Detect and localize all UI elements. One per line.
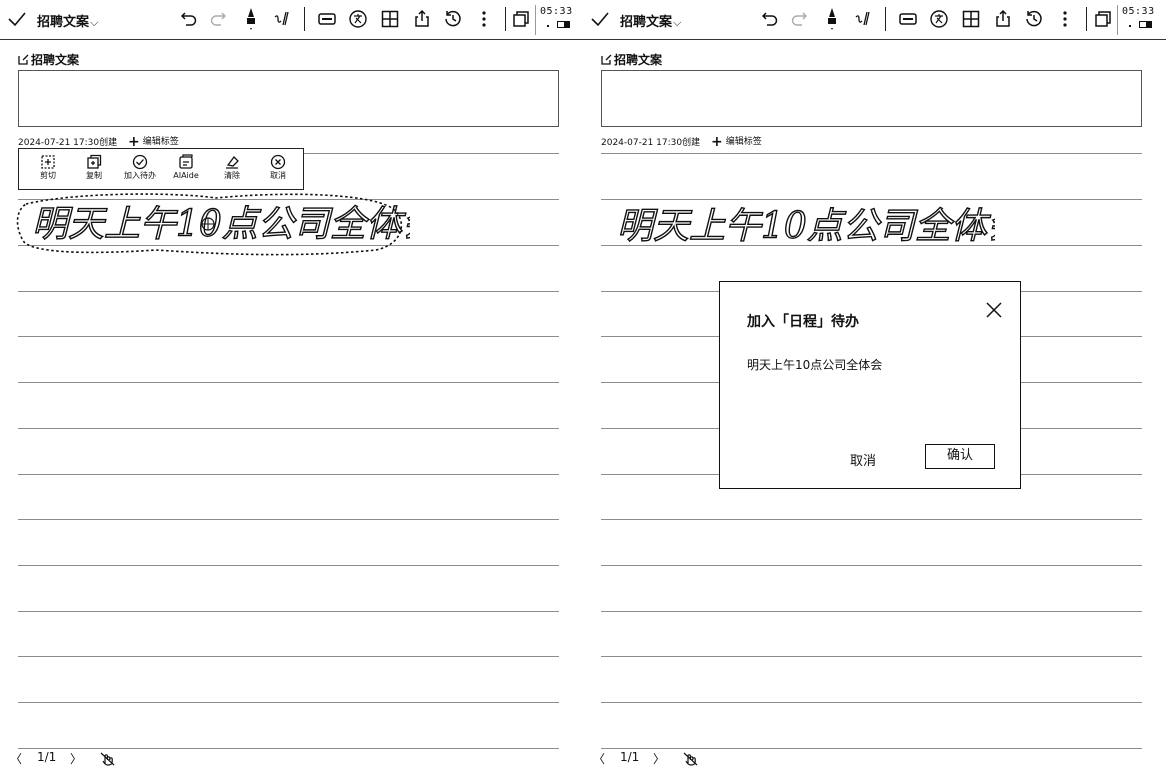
left-note-panel: 招聘文案⌵ 05:33 招聘文案 2024-07-21 17:30创建 + 编辑… <box>0 0 586 773</box>
check-icon[interactable] <box>6 8 28 30</box>
page-indicator: 1/1 <box>37 750 57 764</box>
share-icon[interactable] <box>411 8 433 30</box>
copy-icon <box>87 154 102 169</box>
copy-button[interactable]: 复制 <box>71 152 117 188</box>
toolbar-title: 招聘文案 <box>620 15 673 30</box>
redo-icon[interactable] <box>207 8 229 30</box>
todo-check-icon <box>132 154 148 170</box>
eraser-icon <box>226 156 239 169</box>
page-indicator: 1/1 <box>620 750 640 764</box>
clear-button[interactable]: 清除 <box>209 152 255 188</box>
edit-icon[interactable] <box>601 54 612 65</box>
pen-icon[interactable] <box>240 8 262 30</box>
keyboard-icon[interactable] <box>316 8 338 30</box>
clock-time: 05:33 <box>1122 6 1155 17</box>
chevron-down-icon: ⌵ <box>90 16 99 29</box>
grid-icon[interactable] <box>379 8 401 30</box>
page-navigation: 〈 1/1 〉 <box>10 750 170 770</box>
dialog-confirm-button[interactable]: 确认 <box>925 444 995 469</box>
note-title-dropdown[interactable]: 招聘文案⌵ <box>37 11 98 30</box>
top-toolbar: 招聘文案⌵ 05:33 <box>0 0 583 40</box>
layers-icon[interactable] <box>1092 8 1114 30</box>
prev-page-button[interactable]: 〈 <box>10 750 22 767</box>
battery-icon <box>1139 21 1152 28</box>
grid-icon[interactable] <box>960 8 982 30</box>
translate-icon[interactable] <box>347 8 369 30</box>
edit-tags-button[interactable]: + 编辑标签 <box>711 134 762 150</box>
redo-icon[interactable] <box>788 8 810 30</box>
cancel-icon <box>270 154 286 170</box>
dialog-cancel-button[interactable]: 取消 <box>850 450 876 469</box>
undo-icon[interactable] <box>759 8 781 30</box>
right-note-panel: 招聘文案⌵ 05:33 招聘文案 2024-07-21 17:30创建 + 编辑… <box>583 0 1169 773</box>
prev-page-button[interactable]: 〈 <box>593 750 605 767</box>
note-title-box[interactable] <box>18 70 559 127</box>
dialog-title: 加入「日程」待办 <box>747 314 859 330</box>
more-icon[interactable] <box>1054 8 1076 30</box>
top-toolbar: 招聘文案⌵ 05:33 <box>583 0 1166 40</box>
created-timestamp: 2024-07-21 17:30创建 <box>18 138 118 148</box>
cancel-button[interactable]: 取消 <box>255 152 301 188</box>
layers-icon[interactable] <box>510 8 532 30</box>
note-title: 招聘文案 <box>18 51 79 68</box>
page-navigation: 〈 1/1 〉 <box>593 750 753 770</box>
cut-icon <box>41 155 55 169</box>
chevron-down-icon: ⌵ <box>673 16 682 29</box>
close-icon[interactable] <box>983 299 1005 321</box>
dialog-body-text: 明天上午10点公司全体会 <box>747 358 883 372</box>
lasso-selection[interactable] <box>16 190 404 256</box>
ai-aide-icon <box>179 154 193 169</box>
next-page-button[interactable]: 〉 <box>653 750 665 767</box>
edit-icon[interactable] <box>18 54 29 65</box>
keyboard-icon[interactable] <box>897 8 919 30</box>
pen-icon[interactable] <box>821 8 843 30</box>
note-title-dropdown[interactable]: 招聘文案⌵ <box>620 11 681 30</box>
created-timestamp: 2024-07-21 17:30创建 <box>601 138 701 148</box>
touch-disabled-icon[interactable] <box>100 751 115 766</box>
next-page-button[interactable]: 〉 <box>70 750 82 767</box>
cut-button[interactable]: 剪切 <box>25 152 71 188</box>
toolbar-title: 招聘文案 <box>37 15 90 30</box>
translate-icon[interactable] <box>928 8 950 30</box>
note-title-box[interactable] <box>601 70 1142 127</box>
share-icon[interactable] <box>992 8 1014 30</box>
handwriting-text: 明天上午10点公司全体会 <box>617 206 995 247</box>
history-icon[interactable] <box>442 8 464 30</box>
brush-icon[interactable] <box>852 8 874 30</box>
plus-icon: + <box>711 134 723 150</box>
touch-disabled-icon[interactable] <box>683 751 698 766</box>
handwriting-stroke[interactable]: 明天上午10点公司全体会 <box>615 198 995 250</box>
undo-icon[interactable] <box>178 8 200 30</box>
more-icon[interactable] <box>473 8 495 30</box>
clock-time: 05:33 <box>540 6 573 17</box>
add-todo-button[interactable]: 加入待办 <box>117 152 163 188</box>
add-todo-dialog: 加入「日程」待办 明天上午10点公司全体会 取消 确认 <box>719 281 1021 489</box>
lasso-context-menu: 剪切 复制 加入待办 AIAide 清除 取消 <box>18 148 304 190</box>
note-title: 招聘文案 <box>601 51 662 68</box>
ai-aide-button[interactable]: AIAide <box>163 152 209 188</box>
brush-icon[interactable] <box>271 8 293 30</box>
history-icon[interactable] <box>1023 8 1045 30</box>
check-icon[interactable] <box>589 8 611 30</box>
battery-icon <box>557 21 570 28</box>
